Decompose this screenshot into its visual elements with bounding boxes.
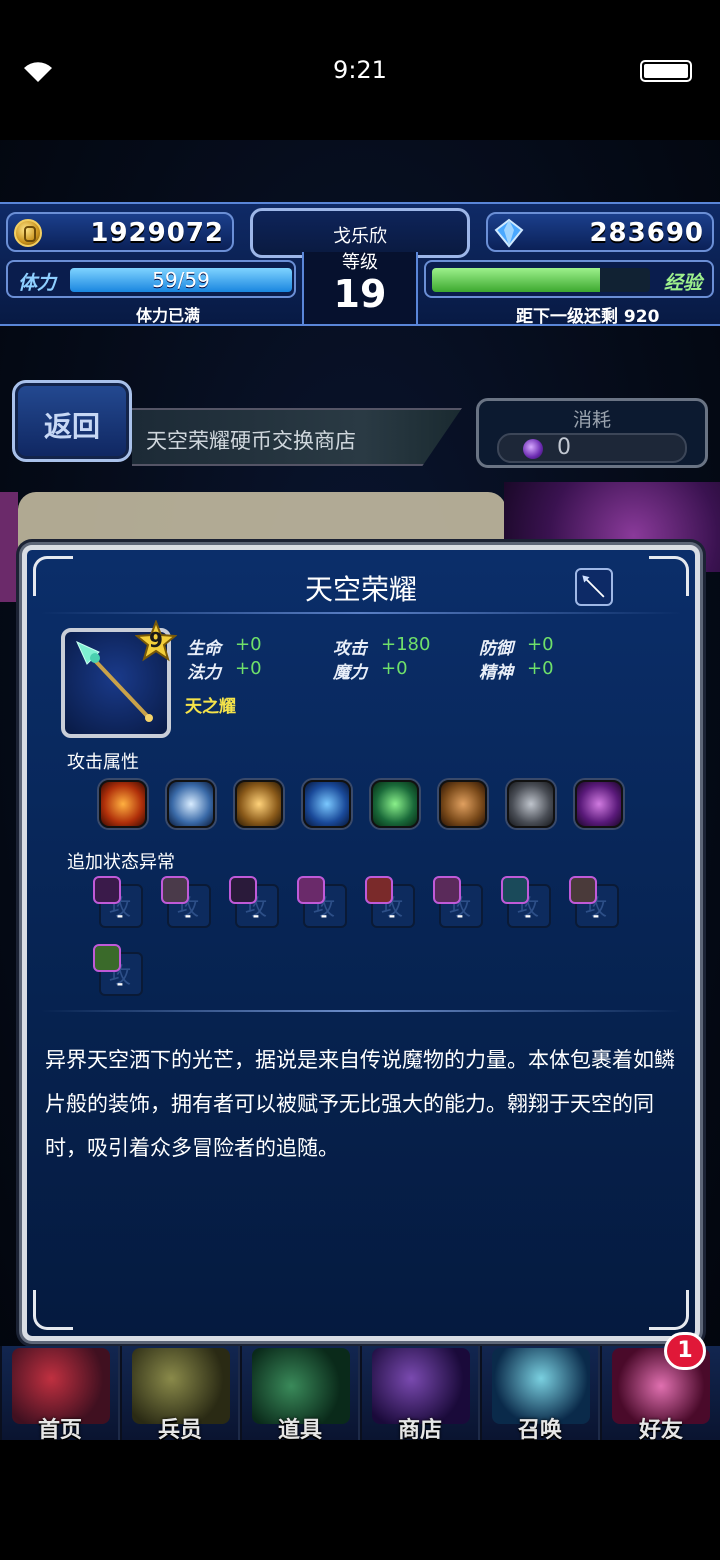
stat-mp-value: +0 [235,658,262,679]
ailment-label: 追加状态异常 [67,852,175,873]
player-hud: 1929072 283690 戈乐欣 等级 19 体力 59/59 体力已满 经… [0,202,720,327]
stat-hp-value: +0 [235,634,262,655]
stat-def-label: 防御 [479,639,513,659]
battery-icon [640,60,692,82]
gil-coin-icon [14,219,42,247]
confusion-ailment: 攻 - [433,876,485,930]
shop-title: 天空荣耀硬币交换商店 [146,429,356,453]
friends-badge: 1 [664,1332,706,1370]
disease-ailment: 攻 - [501,876,553,930]
petrify-icon [569,876,597,904]
stat-atk-value: +180 [381,634,431,655]
stat-mag-label: 魔力 [333,663,367,683]
sky-glory-coin-icon [523,439,543,459]
blind-ailment: 攻 - [161,876,213,930]
lightning-icon [235,780,283,828]
ice-icon [167,780,215,828]
attack-element-label: 攻击属性 [67,752,139,773]
confusion-icon [433,876,461,904]
background-art [0,492,18,602]
nav-summon[interactable]: 召唤 [482,1346,600,1443]
fire-icon [99,780,147,828]
cost-label: 消耗 [572,409,611,431]
stamina-status: 体力已满 [136,306,201,325]
gem-icon [494,218,524,248]
cost-value: 0 [557,435,571,460]
rarity-value: 9 [149,628,163,652]
cost-box: 消耗 0 [476,398,708,468]
silence-icon [297,876,325,904]
exp-bar [432,268,650,292]
gil-value: 1929072 [90,218,224,248]
exp-label: 经验 [663,272,702,294]
dark-icon [575,780,623,828]
poison-icon [93,876,121,904]
nav-shop[interactable]: 商店 [362,1346,480,1443]
spear-type-icon [575,568,613,606]
stat-spr-value: +0 [527,658,554,679]
stat-hp-label: 生命 [187,639,221,659]
back-button[interactable]: 返回 [12,380,132,462]
gem-panel: 283690 [486,212,714,252]
gil-panel: 1929072 [6,212,234,252]
paralysis-ailment: 攻 - [365,876,417,930]
stat-atk-label: 攻击 [333,639,367,659]
system-bottom-bar [0,1440,720,1560]
water-icon [303,780,351,828]
stamina-panel: 体力 59/59 [6,260,296,298]
exp-remaining: 距下一级还剩 920 [516,307,660,327]
status-time: 9:21 [333,56,387,84]
poison-ailment: 攻 - [93,876,145,930]
stat-def-value: +0 [527,634,554,655]
gem-value: 283690 [589,218,704,248]
blind-icon [161,876,189,904]
player-name: 戈乐欣 [333,226,387,247]
item-type: 天之耀 [185,697,236,717]
nav-items[interactable]: 道具 [242,1346,360,1443]
stat-spr-label: 精神 [479,663,513,683]
nav-units[interactable]: 兵员 [122,1346,240,1443]
stamina-label: 体力 [18,272,57,294]
petrify-ailment: 攻 - [569,876,621,930]
nav-home[interactable]: 首页 [2,1346,120,1443]
death-ailment: 攻 - [93,944,145,998]
death-icon [93,944,121,972]
silence-ailment: 攻 - [297,876,349,930]
wind-icon [371,780,419,828]
sleep-icon [229,876,257,904]
earth-icon [439,780,487,828]
status-bar: 9:21 [0,0,720,140]
holy-icon [507,780,555,828]
item-detail-dialog[interactable]: 天空荣耀 9 生命 +0 法力 +0 攻击 +180 魔力 +0 防御 +0 精… [22,545,700,1341]
stamina-value: 59/59 [152,268,210,292]
paralysis-icon [365,876,393,904]
sleep-ailment: 攻 - [229,876,281,930]
item-description: 异界天空洒下的光芒，据说是来自传说魔物的力量。本体包裹着如鳞片般的装饰，拥有者可… [45,1048,675,1160]
back-button-label: 返回 [43,410,100,443]
exp-panel: 经验 [424,260,714,298]
bottom-nav: 首页 兵员 道具 商店 召唤 好友 [0,1346,720,1443]
stat-mag-value: +0 [381,658,408,679]
disease-icon [501,876,529,904]
stat-mp-label: 法力 [187,663,221,683]
